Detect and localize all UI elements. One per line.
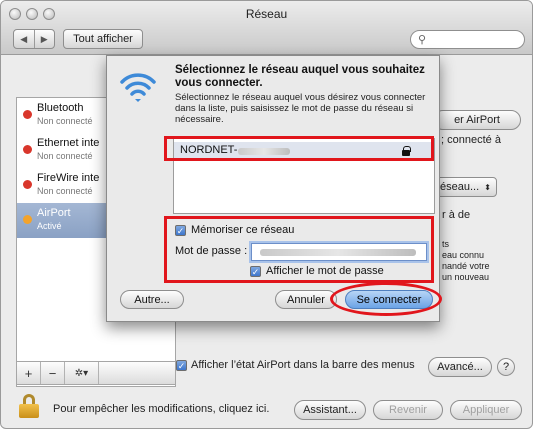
lock-icon[interactable] [19,394,41,418]
gear-icon[interactable]: ✲▾ [65,362,99,384]
other-button[interactable]: Autre... [120,290,184,309]
apply-button[interactable]: Appliquer [450,400,522,420]
show-all-button[interactable]: Tout afficher [63,29,143,49]
help-button[interactable]: ? [497,358,515,376]
status-dot-icon [23,145,32,154]
search-icon: ⚲ [418,34,427,46]
assistant-button[interactable]: Assistant... [294,400,366,420]
sidebar-item-status: Non connecté [37,116,93,126]
network-select-value: éseau... [440,181,480,193]
search-input[interactable]: ⚲ [410,30,525,49]
info-text-line: eau connu [442,250,485,260]
dialog-description: Sélectionnez le réseau auquel vous désir… [175,92,426,125]
titlebar: Réseau ◀ ▶ Tout afficher ⚲ [1,1,532,55]
show-airport-status-label: Afficher l’état AirPort dans la barre de… [191,359,415,371]
info-text-line: ts [442,239,450,249]
add-service-button[interactable]: + [17,362,41,384]
airport-status-text: ; connecté à [441,134,501,146]
cancel-button[interactable]: Annuler [275,290,337,309]
sidebar-item-status: Non connecté [37,186,93,196]
info-text-line: nandé votre [442,261,490,271]
sidebar-item-label: FireWire inte [37,172,100,184]
sidebar-item-status: Activé [37,221,62,231]
status-dot-icon [23,215,32,224]
network-name-select[interactable]: éseau... ⬍ [433,177,497,197]
chevron-updown-icon: ⬍ [484,182,491,192]
network-highlight-box [164,136,434,161]
show-airport-status-checkbox[interactable]: ✓ [176,360,187,371]
info-text-line: un nouveau [442,272,490,282]
back-forward-buttons[interactable]: ◀ ▶ [13,29,55,49]
sidebar-item-status: Non connecté [37,151,93,161]
sidebar-item-label: Bluetooth [37,102,84,114]
forward-arrow-icon[interactable]: ▶ [35,30,55,48]
back-arrow-icon[interactable]: ◀ [14,30,35,48]
connect-highlight-oval [330,282,442,316]
dialog-title: Sélectionnez le réseau auquel vous souha… [175,64,425,89]
sidebar-item-label: AirPort [37,207,71,219]
service-list-toolbar: + − ✲▾ [16,361,176,385]
status-dot-icon [23,180,32,189]
wifi-icon [120,73,156,102]
remove-service-button[interactable]: − [41,362,65,384]
turn-off-airport-button[interactable]: er AirPort [433,110,521,130]
status-dot-icon [23,110,32,119]
credentials-highlight-box [164,216,434,283]
revert-button[interactable]: Revenir [373,400,443,420]
sidebar-item-label: Ethernet inte [37,137,100,149]
window-title: Réseau [245,7,288,21]
join-text: r à de [442,209,471,221]
network-preferences-window: Réseau ◀ ▶ Tout afficher ⚲ Bluetooth Non… [0,0,533,429]
advanced-button[interactable]: Avancé... [428,357,492,377]
lock-text: Pour empêcher les modifications, cliquez… [53,403,270,415]
